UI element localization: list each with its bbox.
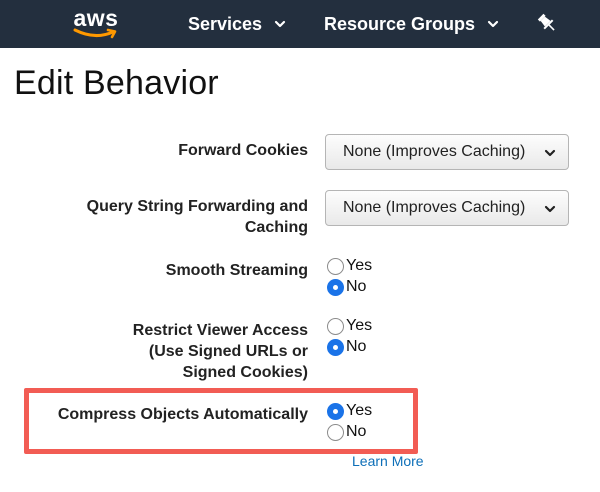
radio-label: Yes [346,317,373,334]
restrict-viewer-yes-option[interactable]: Yes [327,316,372,336]
query-string-value: None (Improves Caching) [343,199,526,216]
compress-yes-option[interactable]: Yes [327,401,372,421]
forward-cookies-select[interactable]: None (Improves Caching) [325,134,569,170]
learn-more-link[interactable]: Learn More [352,453,424,469]
radio-label: Yes [346,402,373,419]
compress-yes-radio[interactable] [327,402,344,420]
chevron-down-icon [487,20,499,28]
query-string-label: Query String Forwarding and Caching [87,196,308,238]
smooth-streaming-yes-radio[interactable] [327,257,344,275]
aws-smile-icon [73,28,117,39]
restrict-viewer-label: Restrict Viewer Access (Use Signed URLs … [133,320,308,383]
pin-icon[interactable] [536,12,558,34]
top-navigation-bar: aws Services Resource Groups [0,0,600,48]
chevron-down-icon [544,149,556,157]
compress-objects-label: Compress Objects Automatically [58,404,308,425]
aws-logo[interactable]: aws [70,4,122,44]
radio-label: No [346,278,367,295]
forward-cookies-label: Forward Cookies [178,140,308,161]
forward-cookies-label-text: Forward Cookies [178,142,308,159]
resource-groups-menu[interactable]: Resource Groups [324,0,499,48]
services-menu[interactable]: Services [188,0,286,48]
smooth-streaming-yes-option[interactable]: Yes [327,256,372,276]
restrict-viewer-no-option[interactable]: No [327,337,366,357]
forward-cookies-value: None (Improves Caching) [343,143,526,160]
query-string-label-line1: Query String Forwarding and [86,198,308,215]
radio-label: Yes [346,257,373,274]
restrict-viewer-yes-radio[interactable] [327,317,344,335]
query-string-label-line2: Caching [244,219,308,236]
smooth-streaming-no-radio[interactable] [327,278,344,296]
compress-objects-label-text: Compress Objects Automatically [57,406,308,423]
query-string-select[interactable]: None (Improves Caching) [325,190,569,226]
restrict-viewer-label-line2: (Use Signed URLs or [148,343,308,360]
compress-no-option[interactable]: No [327,422,366,442]
smooth-streaming-label-text: Smooth Streaming [165,262,308,279]
page-title: Edit Behavior [14,64,219,102]
services-label: Services [188,13,263,34]
radio-label: No [346,338,367,355]
resource-groups-label: Resource Groups [324,13,476,34]
radio-label: No [346,423,367,440]
smooth-streaming-label: Smooth Streaming [166,260,308,281]
restrict-viewer-label-line1: Restrict Viewer Access [132,322,308,339]
restrict-viewer-label-line3: Signed Cookies) [182,364,308,381]
chevron-down-icon [274,20,286,28]
smooth-streaming-no-option[interactable]: No [327,277,366,297]
compress-no-radio[interactable] [327,423,344,441]
restrict-viewer-no-radio[interactable] [327,338,344,356]
chevron-down-icon [544,205,556,213]
